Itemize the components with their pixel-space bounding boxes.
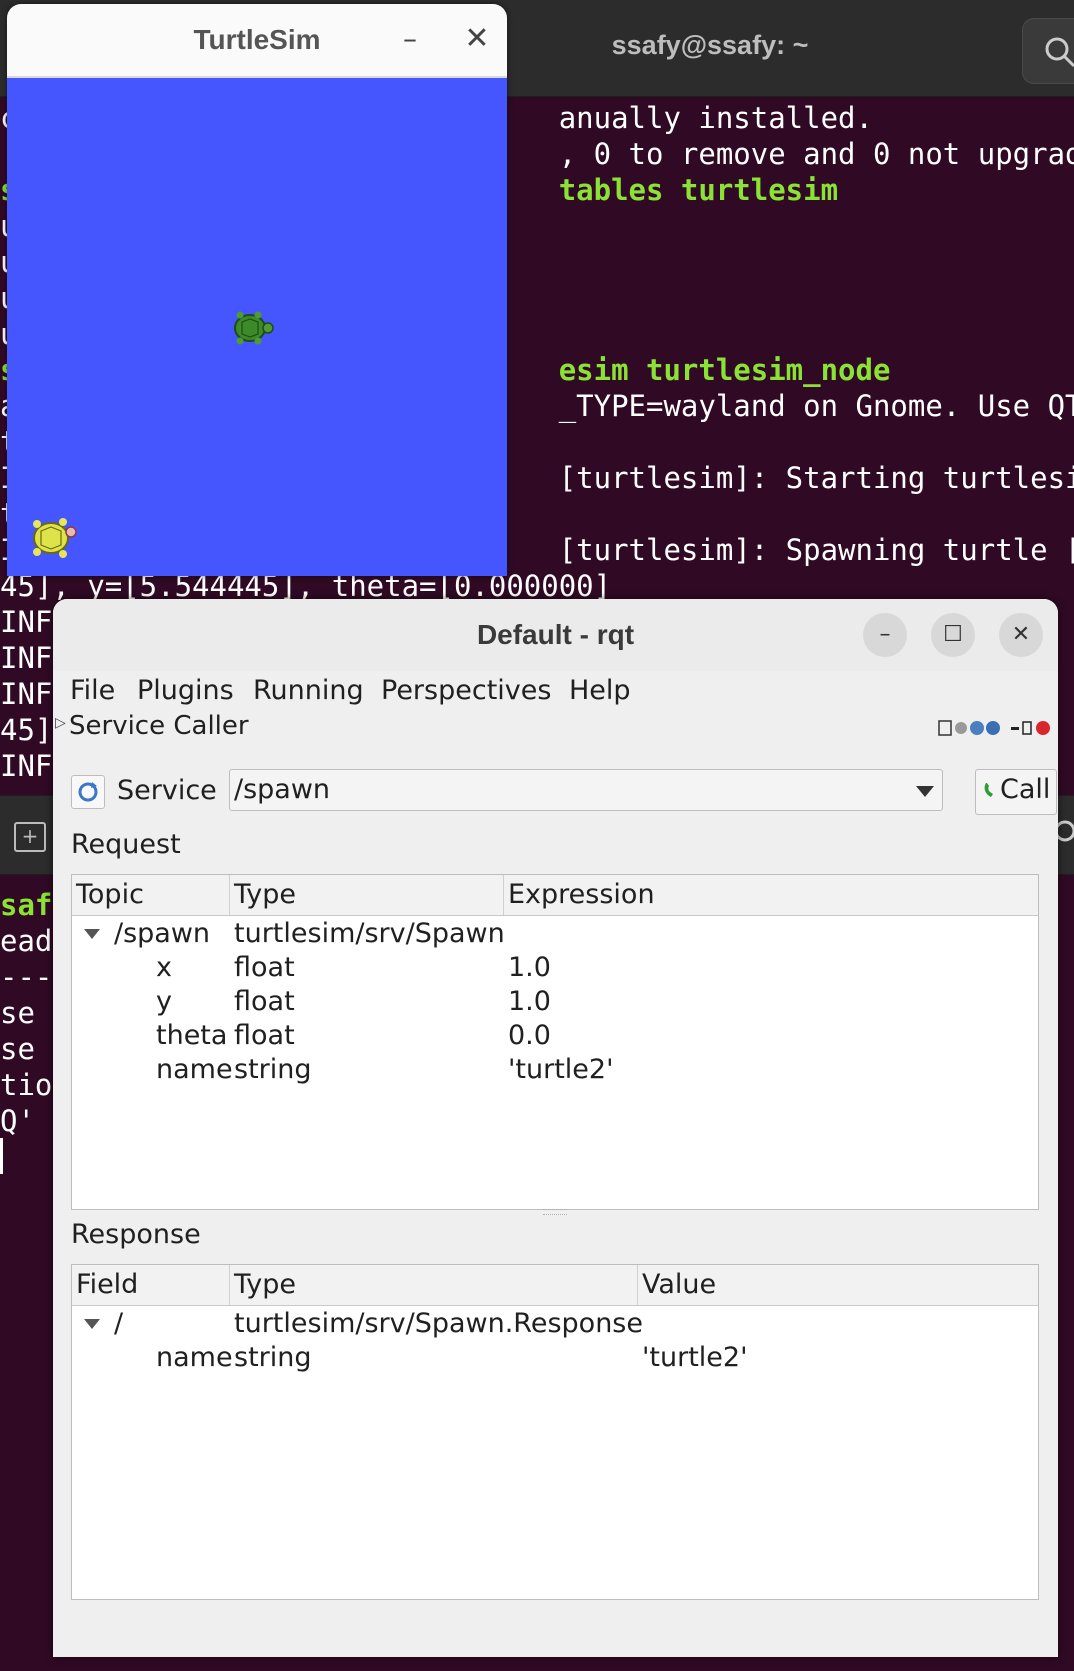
terminal-line: --- (0, 960, 53, 994)
tree-row[interactable]: name string 'turtle2' (72, 1341, 1038, 1375)
menu-perspectives[interactable]: Perspectives (381, 675, 551, 706)
response-label: Response (71, 1219, 201, 1250)
phone-icon (984, 783, 993, 797)
column-header-type[interactable]: Type (230, 1265, 638, 1305)
splitter-handle[interactable] (543, 1209, 567, 1215)
float-icon (1022, 721, 1032, 735)
tree-row[interactable]: theta float 0.0 (72, 1019, 1038, 1053)
tree-cell-type: turtlesim/srv/Spawn.Response (234, 1308, 643, 1339)
plugin-titlebar: ▷ Service Caller (53, 711, 1058, 741)
new-tab-button[interactable]: + (14, 822, 46, 852)
terminal-line: tio (0, 1068, 53, 1102)
minimize-button[interactable]: – (395, 22, 425, 55)
tree-cell-expression[interactable]: 1.0 (508, 951, 551, 985)
tree-row[interactable]: name string 'turtle2' (72, 1053, 1038, 1087)
turtle-icon (33, 518, 77, 558)
tree-cell-topic: y (156, 986, 172, 1017)
column-header-expression[interactable]: Expression (504, 875, 1038, 915)
tree-row[interactable]: /spawn turtlesim/srv/Spawn (72, 917, 1038, 951)
rqt-titlebar[interactable]: Default - rqt – ☐ ✕ (53, 599, 1058, 672)
rqt-window: Default - rqt – ☐ ✕ File Plugins Running… (53, 599, 1058, 1657)
tree-cell-topic: /spawn (114, 918, 211, 949)
terminal-line: saf (0, 888, 53, 922)
response-tree[interactable]: Field Type Value / turtlesim/srv/Spawn.R… (71, 1264, 1039, 1600)
gear-icon (955, 722, 967, 734)
tree-cell-expression[interactable]: 0.0 (508, 1019, 551, 1053)
reload-icon (970, 721, 984, 735)
response-tree-header: Field Type Value (72, 1265, 1038, 1306)
service-select[interactable]: /spawn (229, 769, 943, 811)
call-label: Call (1000, 774, 1051, 805)
tree-cell-type: string (234, 1342, 312, 1373)
terminal-cursor (0, 1138, 3, 1174)
tree-cell-field: / (114, 1308, 124, 1339)
menu-running[interactable]: Running (253, 675, 364, 706)
terminal-line: se (0, 996, 35, 1030)
expand-arrow-icon[interactable] (84, 929, 100, 939)
menu-bar: File Plugins Running Perspectives Help (53, 671, 1058, 711)
plugin-title: Service Caller (69, 711, 249, 741)
close-button[interactable]: ✕ (999, 613, 1043, 657)
tree-cell-value: 'turtle2' (642, 1342, 748, 1373)
minimize-button[interactable]: – (863, 613, 907, 657)
terminal-title: ssafy@ssafy: ~ (611, 30, 809, 60)
tree-row[interactable]: x float 1.0 (72, 951, 1038, 985)
tree-cell-expression[interactable]: 'turtle2' (508, 1053, 614, 1087)
close-button[interactable]: ✕ (459, 22, 495, 58)
tree-cell-expression[interactable]: 1.0 (508, 985, 551, 1019)
request-label: Request (71, 829, 181, 860)
request-tree-header: Topic Type Expression (72, 875, 1038, 916)
column-header-value[interactable]: Value (638, 1265, 1038, 1305)
turtle-icon (234, 311, 274, 345)
terminal-line: Q' (0, 1104, 35, 1138)
service-row: Service /spawn Call (71, 769, 1057, 815)
terminal-line: ead (0, 924, 53, 958)
tree-cell-type: float (234, 952, 295, 983)
refresh-icon (78, 782, 98, 802)
tree-cell-field: name (156, 1342, 233, 1373)
request-tree[interactable]: Topic Type Expression /spawn turtlesim/s… (71, 874, 1039, 1210)
turtlesim-title: TurtleSim (193, 24, 321, 55)
tree-cell-type: float (234, 1020, 295, 1051)
column-header-type[interactable]: Type (230, 875, 504, 915)
menu-help[interactable]: Help (569, 675, 631, 706)
tree-cell-topic: x (156, 952, 172, 983)
column-header-topic[interactable]: Topic (72, 875, 230, 915)
maximize-button[interactable]: ☐ (931, 613, 975, 657)
refresh-button[interactable] (71, 775, 105, 809)
collapse-arrow-icon[interactable]: ▷ (55, 715, 66, 731)
turtlesim-titlebar[interactable]: TurtleSim – ✕ (7, 4, 507, 78)
terminal-line: 45] (0, 713, 53, 747)
expand-arrow-icon[interactable] (84, 1319, 100, 1329)
terminal-search-button[interactable] (1022, 18, 1074, 84)
terminal-line: se (0, 1032, 35, 1066)
call-button[interactable]: Call (975, 769, 1057, 815)
tree-cell-topic: theta (156, 1020, 228, 1051)
chevron-down-icon (916, 786, 934, 797)
tree-cell-topic: name (156, 1054, 233, 1085)
tree-cell-type: string (234, 1054, 312, 1085)
search-icon (1045, 37, 1074, 68)
tree-cell-type: turtlesim/srv/Spawn (234, 918, 505, 949)
tree-row[interactable]: / turtlesim/srv/Spawn.Response (72, 1307, 1038, 1341)
minimize-icon (1011, 727, 1019, 730)
menu-file[interactable]: File (70, 675, 115, 706)
menu-plugins[interactable]: Plugins (137, 675, 234, 706)
plugin-toolbar-icons[interactable] (937, 719, 1057, 737)
rqt-title: Default - rqt (476, 619, 635, 650)
turtlesim-window: TurtleSim – ✕ (7, 4, 507, 576)
service-select-value: /spawn (234, 774, 331, 805)
tree-cell-type: float (234, 986, 295, 1017)
help-icon (986, 721, 1000, 735)
column-header-field[interactable]: Field (72, 1265, 230, 1305)
close-icon (1036, 721, 1050, 735)
service-label: Service (117, 775, 217, 806)
tree-row[interactable]: y float 1.0 (72, 985, 1038, 1019)
turtlesim-canvas (7, 78, 507, 576)
